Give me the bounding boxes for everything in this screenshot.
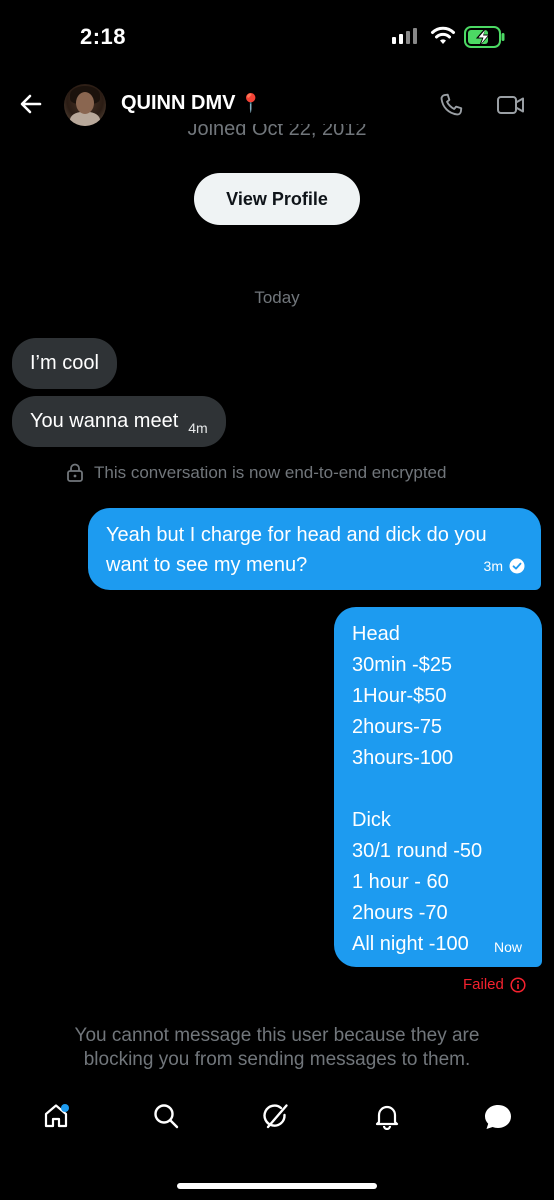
lock-icon xyxy=(67,463,83,482)
contact-name[interactable]: QUINN DMV 📍 xyxy=(121,92,262,115)
message-text: I’m cool xyxy=(30,352,99,374)
message-timestamp: 4m xyxy=(188,419,208,436)
message-line: Dick xyxy=(352,809,391,831)
message-line: 1Hour-$50 xyxy=(352,685,447,707)
pushpin-emoji: 📍 xyxy=(239,93,262,113)
bottom-nav xyxy=(0,1094,554,1154)
search-icon[interactable] xyxy=(152,1102,180,1130)
message-text: You wanna meet xyxy=(30,410,179,432)
message-line: 30/1 round -50 xyxy=(352,840,483,862)
encryption-notice-text: This conversation is now end-to-end encr… xyxy=(94,463,447,482)
bell-icon[interactable] xyxy=(373,1102,401,1130)
blocked-notice: You cannot message this user because the… xyxy=(0,1024,554,1072)
battery-icon xyxy=(464,26,505,48)
phone-icon[interactable] xyxy=(437,91,465,119)
message-line: 2hours -70 xyxy=(352,902,448,924)
cellular-signal-icon xyxy=(392,28,417,44)
encryption-notice: This conversation is now end-to-end encr… xyxy=(66,463,446,483)
outgoing-message[interactable]: Head 30min -$25 1Hour-$50 2hours-75 3hou… xyxy=(334,607,542,967)
message-line: 1 hour - 60 xyxy=(352,871,449,893)
incoming-message[interactable]: I’m cool xyxy=(12,338,117,389)
message-line xyxy=(352,774,524,805)
message-timestamp: 3m xyxy=(483,558,503,574)
info-icon xyxy=(510,976,526,993)
outgoing-message[interactable]: Yeah but I charge for head and dick do y… xyxy=(88,508,541,590)
status-time: 2:18 xyxy=(80,24,127,49)
notification-dot xyxy=(61,1104,69,1112)
back-arrow-icon[interactable] xyxy=(18,90,44,118)
message-meta: 3m xyxy=(484,551,525,581)
home-indicator[interactable] xyxy=(177,1183,377,1189)
check-circle-icon xyxy=(509,558,525,574)
joined-date: Joined Oct 22, 2012 xyxy=(0,124,554,140)
message-line: 3hours-100 xyxy=(352,747,454,769)
date-separator: Today xyxy=(254,288,300,307)
blocked-notice-line: blocking you from sending messages to th… xyxy=(83,1049,471,1070)
joined-date-text: Joined Oct 22, 2012 xyxy=(187,124,367,140)
incoming-message[interactable]: You wanna meet 4m xyxy=(12,396,226,447)
video-icon[interactable] xyxy=(496,92,526,118)
failed-status[interactable]: Failed xyxy=(463,976,526,993)
message-timestamp: Now xyxy=(493,939,522,955)
messages-icon[interactable] xyxy=(483,1102,513,1132)
view-profile-button[interactable]: View Profile xyxy=(194,173,360,225)
grok-icon[interactable] xyxy=(262,1102,290,1130)
contact-name-text: QUINN DMV xyxy=(121,92,236,114)
avatar[interactable] xyxy=(64,84,106,126)
blocked-notice-line: You cannot message this user because the… xyxy=(74,1025,480,1046)
message-line: 30min -$25 xyxy=(352,654,453,676)
message-text: Yeah but I charge for head and dick do y… xyxy=(106,524,487,576)
message-line: Head xyxy=(352,623,400,645)
wifi-icon xyxy=(431,26,455,44)
message-line: 2hours-75 xyxy=(352,716,443,738)
failed-label: Failed xyxy=(463,976,504,993)
